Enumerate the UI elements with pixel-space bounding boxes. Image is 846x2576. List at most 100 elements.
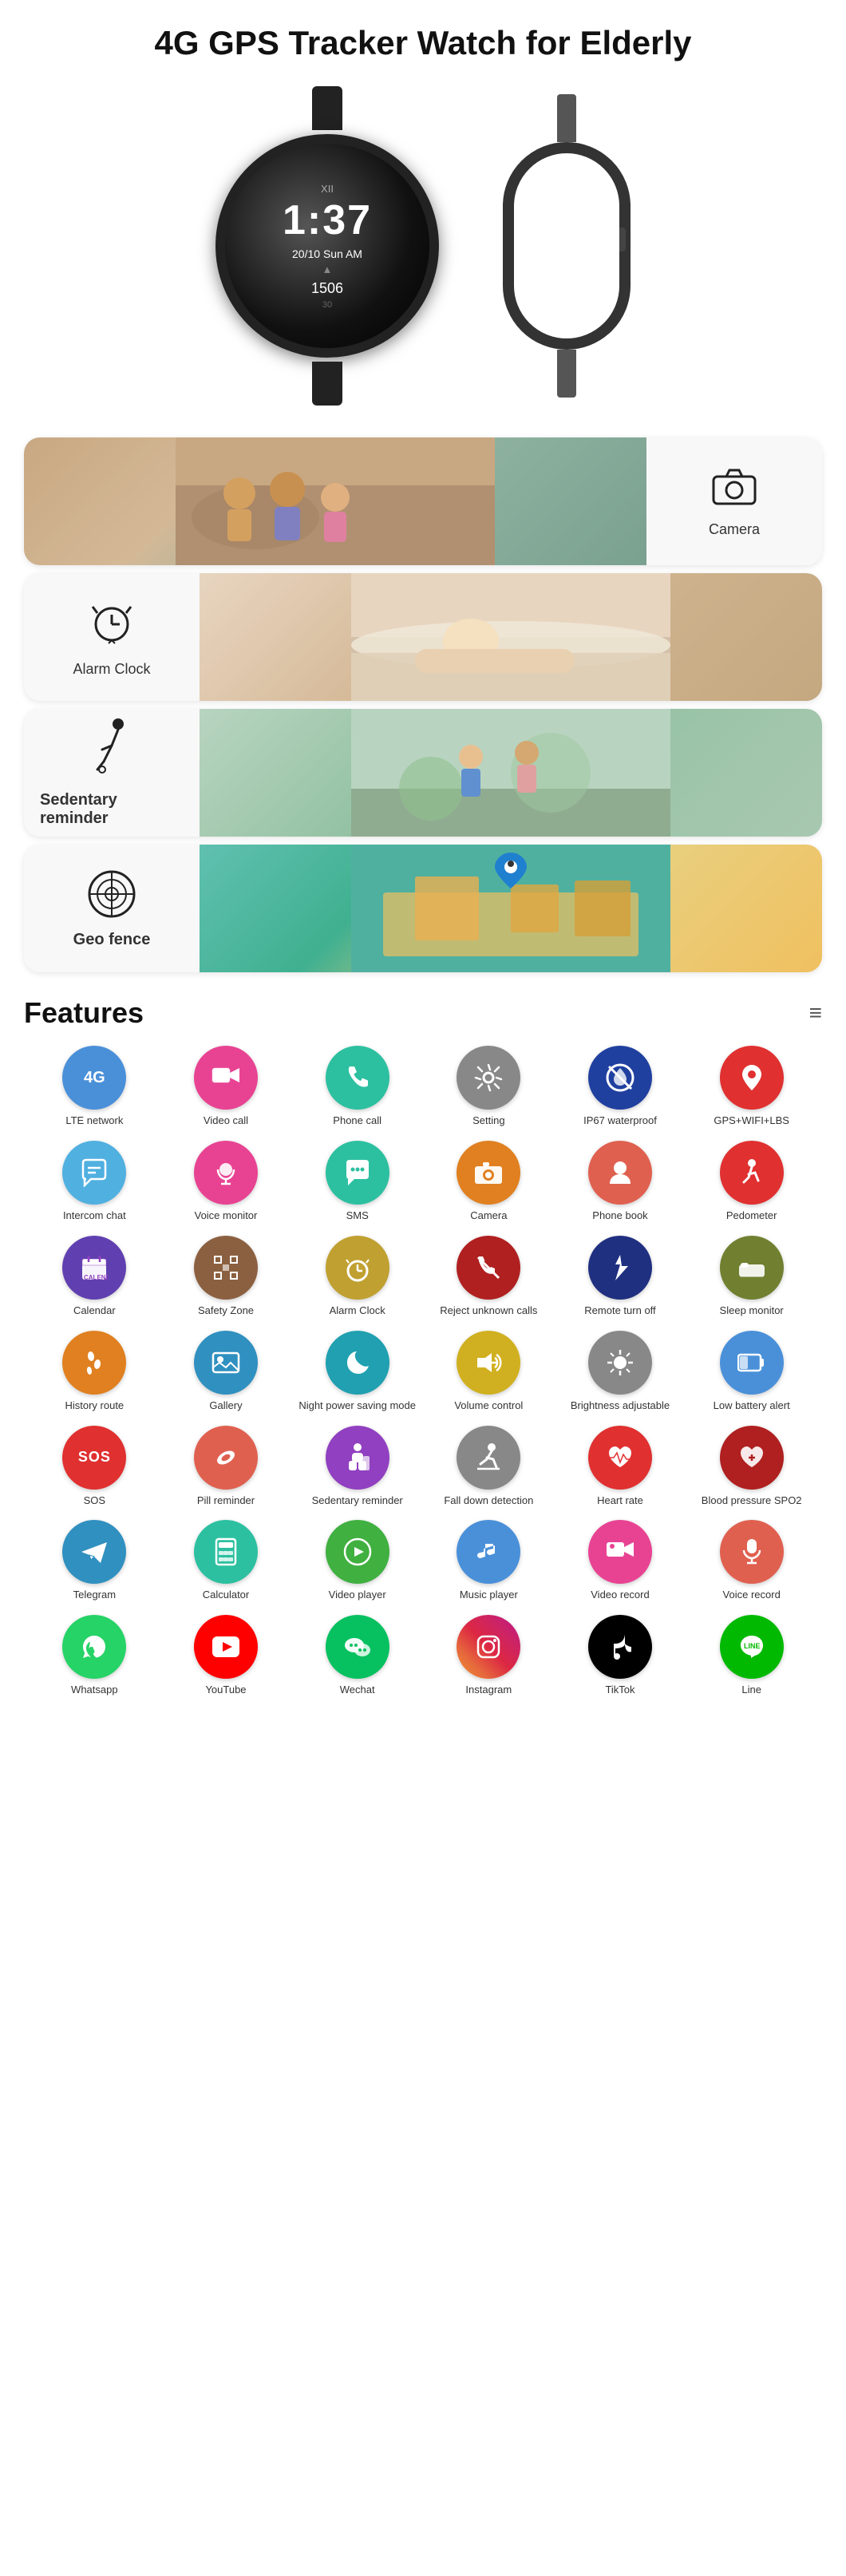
video-player-label: Video player — [329, 1589, 386, 1602]
pedometer-icon-circle — [720, 1141, 784, 1205]
feature-music-player[interactable]: Music player — [426, 1520, 551, 1602]
youtube-label: YouTube — [205, 1684, 246, 1697]
feature-low-battery[interactable]: Low battery alert — [689, 1331, 814, 1413]
low-battery-icon-circle — [720, 1331, 784, 1395]
calculator-label: Calculator — [203, 1589, 250, 1602]
menu-icon[interactable]: ≡ — [809, 1000, 822, 1026]
reject-calls-label: Reject unknown calls — [440, 1304, 537, 1318]
reject-calls-icon-circle — [457, 1236, 520, 1300]
sms-label: SMS — [346, 1209, 369, 1223]
brightness-label: Brightness adjustable — [571, 1399, 670, 1413]
alarm-clock-icon-circle — [326, 1236, 389, 1300]
camera2-label: Camera — [470, 1209, 507, 1223]
feature-video-player[interactable]: Video player — [295, 1520, 420, 1602]
feature-tiktok[interactable]: TikTok — [558, 1615, 683, 1697]
video-record-label: Video record — [591, 1589, 649, 1602]
feature-card-camera: Camera — [24, 437, 822, 565]
alarm-icon-area: Alarm Clock — [24, 573, 200, 701]
lte-label: LTE network — [65, 1114, 123, 1128]
feature-camera2[interactable]: Camera — [426, 1141, 551, 1223]
geofence-card-label: Geo fence — [73, 931, 151, 949]
feature-volume[interactable]: Volume control — [426, 1331, 551, 1413]
video-call-icon-circle — [194, 1046, 258, 1110]
feature-heart-rate[interactable]: Heart rate — [558, 1426, 683, 1508]
watch-steps: 1506 — [283, 280, 372, 297]
whatsapp-label: Whatsapp — [71, 1684, 118, 1697]
music-player-icon-circle — [457, 1520, 520, 1584]
feature-calculator[interactable]: Calculator — [164, 1520, 289, 1602]
remote-turnoff-icon-circle — [588, 1236, 652, 1300]
feature-telegram[interactable]: Telegram — [32, 1520, 157, 1602]
voice-record-label: Voice record — [723, 1589, 781, 1602]
feature-safety-zone[interactable]: Safety Zone — [164, 1236, 289, 1318]
feature-reject-calls[interactable]: Reject unknown calls — [426, 1236, 551, 1318]
feature-whatsapp[interactable]: Whatsapp — [32, 1615, 157, 1697]
calendar-label: Calendar — [73, 1304, 116, 1318]
geofence-icon — [86, 869, 138, 924]
feature-wechat[interactable]: Wechat — [295, 1615, 420, 1697]
feature-youtube[interactable]: YouTube — [164, 1615, 289, 1697]
feature-alarm-clock[interactable]: Alarm Clock — [295, 1236, 420, 1318]
night-power-icon-circle — [326, 1331, 389, 1395]
feature-calendar[interactable]: CALENDAR Calendar — [32, 1236, 157, 1318]
feature-history-route[interactable]: History route — [32, 1331, 157, 1413]
feature-phonebook[interactable]: Phone book — [558, 1141, 683, 1223]
feature-fall-down[interactable]: Fall down detection — [426, 1426, 551, 1508]
alarm-card-image — [200, 573, 822, 701]
alarm-card-icon — [88, 597, 136, 655]
feature-instagram[interactable]: Instagram — [426, 1615, 551, 1697]
feature-pill[interactable]: Pill reminder — [164, 1426, 289, 1508]
feature-card-alarm: Alarm Clock — [24, 573, 822, 701]
feature-phone-call[interactable]: Phone call — [295, 1046, 420, 1128]
camera-card-image — [24, 437, 646, 565]
gps-label: GPS+WIFI+LBS — [714, 1114, 789, 1128]
heart-rate-icon-circle — [588, 1426, 652, 1490]
feature-waterproof[interactable]: IP67 waterproof — [558, 1046, 683, 1128]
youtube-icon-circle — [194, 1615, 258, 1679]
history-route-icon-circle — [62, 1331, 126, 1395]
watch-side-view — [503, 142, 631, 350]
wechat-icon-circle — [326, 1615, 389, 1679]
feature-line[interactable]: LINE Line — [689, 1615, 814, 1697]
music-player-label: Music player — [460, 1589, 518, 1602]
feature-cards-section: Camera — [0, 437, 846, 972]
feature-night-power[interactable]: Night power saving mode — [295, 1331, 420, 1413]
safety-zone-icon-circle — [194, 1236, 258, 1300]
feature-setting[interactable]: Setting — [426, 1046, 551, 1128]
feature-video-record[interactable]: Video record — [558, 1520, 683, 1602]
svg-text:CALENDAR: CALENDAR — [84, 1274, 108, 1281]
feature-gallery[interactable]: Gallery — [164, 1331, 289, 1413]
feature-sleep-monitor[interactable]: Sleep monitor — [689, 1236, 814, 1318]
sleep-monitor-icon-circle — [720, 1236, 784, 1300]
brightness-icon-circle — [588, 1331, 652, 1395]
phone-call-label: Phone call — [333, 1114, 381, 1128]
tiktok-icon-circle — [588, 1615, 652, 1679]
waterproof-icon-circle — [588, 1046, 652, 1110]
feature-remote-turnoff[interactable]: Remote turn off — [558, 1236, 683, 1318]
pill-icon-circle — [194, 1426, 258, 1490]
waterproof-label: IP67 waterproof — [583, 1114, 657, 1128]
feature-sms[interactable]: SMS — [295, 1141, 420, 1223]
night-power-label: Night power saving mode — [298, 1399, 416, 1413]
feature-intercom[interactable]: Intercom chat — [32, 1141, 157, 1223]
sos-icon-circle: SOS — [62, 1426, 126, 1490]
intercom-label: Intercom chat — [63, 1209, 126, 1223]
setting-icon-circle — [457, 1046, 520, 1110]
feature-gps[interactable]: GPS+WIFI+LBS — [689, 1046, 814, 1128]
feature-voice-monitor[interactable]: Voice monitor — [164, 1141, 289, 1223]
line-label: Line — [741, 1684, 761, 1697]
camera-icon-area: Camera — [646, 437, 822, 565]
gallery-label: Gallery — [209, 1399, 242, 1413]
volume-icon-circle — [457, 1331, 520, 1395]
feature-lte[interactable]: 4G LTE network — [32, 1046, 157, 1128]
feature-video-call[interactable]: Video call — [164, 1046, 289, 1128]
feature-brightness[interactable]: Brightness adjustable — [558, 1331, 683, 1413]
feature-pedometer[interactable]: Pedometer — [689, 1141, 814, 1223]
sedentary2-icon-circle — [326, 1426, 389, 1490]
feature-voice-record[interactable]: Voice record — [689, 1520, 814, 1602]
feature-sedentary2[interactable]: Sedentary reminder — [295, 1426, 420, 1508]
features-section: Features ≡ 4G LTE network Video call — [0, 980, 846, 1705]
feature-sos[interactable]: SOS SOS — [32, 1426, 157, 1508]
remote-turnoff-label: Remote turn off — [584, 1304, 655, 1318]
feature-blood-pressure[interactable]: Blood pressure SPO2 — [689, 1426, 814, 1508]
